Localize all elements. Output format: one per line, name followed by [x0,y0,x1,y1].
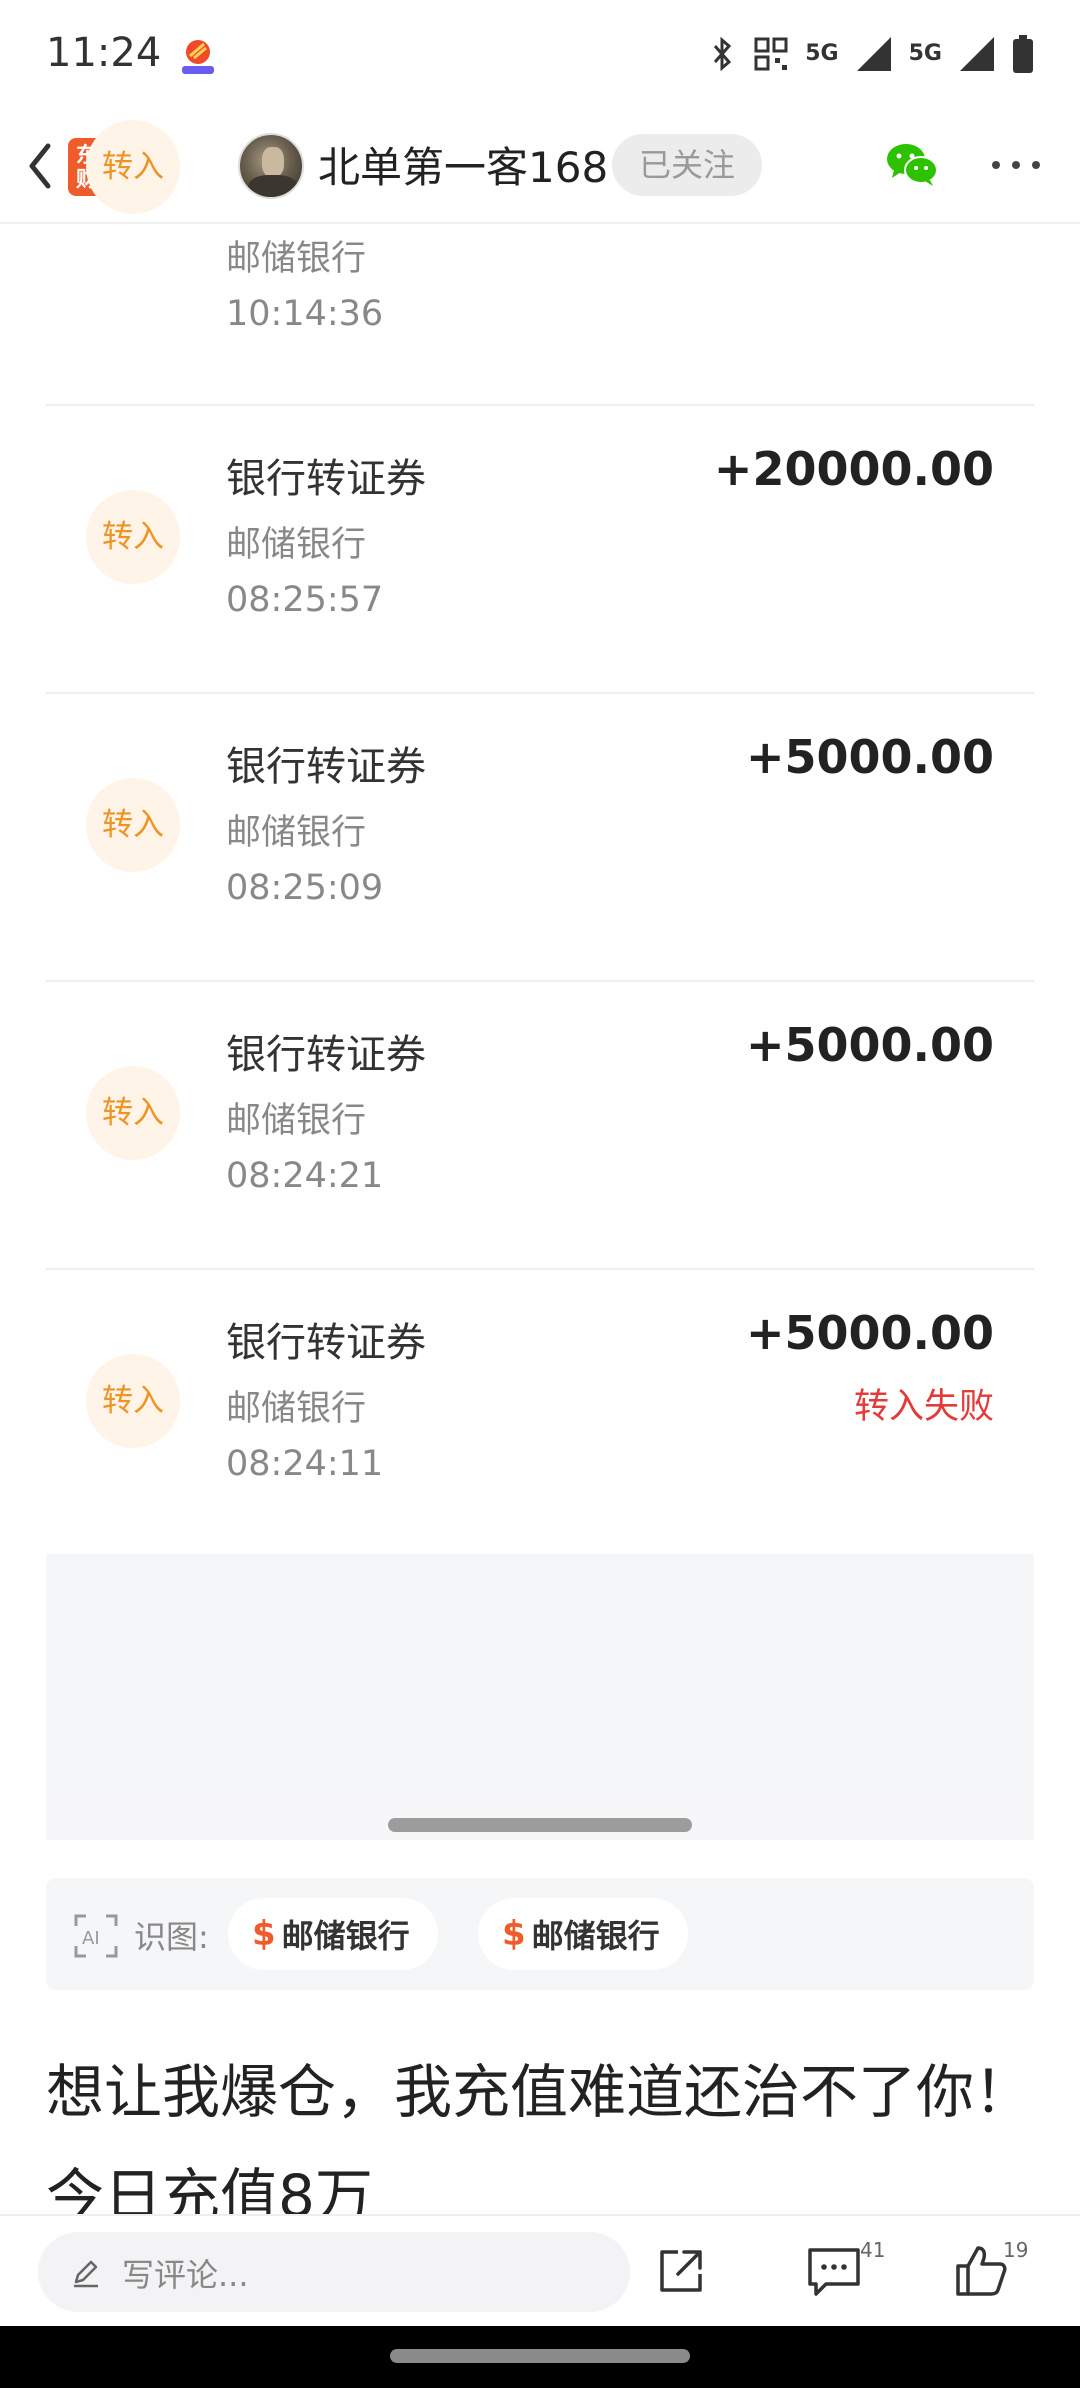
comment-input[interactable]: 写评论... [38,2232,630,2312]
transaction-amount: +20000.00 [713,442,994,496]
horizontal-scrollbar[interactable] [388,1818,692,1832]
signal-icon-2 [960,37,994,71]
transaction-bank: 邮储银行 [226,1101,367,1141]
status-bar: 11:24 5G 5G [0,0,1080,110]
signal-icon [856,37,891,71]
transaction-bank: 邮储银行 [226,239,367,279]
ai-recognition-label: 识图: [134,1918,209,1956]
transfer-in-badge: 转入 [86,1354,180,1448]
transaction-amount: +5000.00 [745,1018,994,1072]
chip-label: 邮储银行 [281,1917,410,1955]
transaction-bank: 邮储银行 [226,1389,367,1429]
transaction-item: 转入 银行转证券 +5000.00 邮储银行 08:25:09 [46,694,1034,982]
bluetooth-icon [714,36,732,72]
transaction-bank: 邮储银行 [226,525,367,565]
comment-placeholder: 写评论... [122,2256,249,2294]
comment-count: 41 [860,2238,886,2262]
dollar-icon: $ [502,1914,526,1954]
pencil-icon [74,2260,98,2288]
share-icon[interactable] [656,2246,706,2296]
svg-text:AI: AI [82,1928,100,1949]
transaction-time: 08:25:57 [226,580,384,620]
transaction-amount: +5000.00 [745,730,994,784]
transaction-time: 08:24:21 [226,1156,384,1196]
transfer-in-badge: 转入 [86,490,180,584]
image-bottom-panel [46,1554,1034,1840]
recognized-tag-chip[interactable]: $ 邮储银行 [478,1898,688,1970]
app-notification-icon [182,40,214,74]
battery-icon [1013,35,1033,73]
status-time: 11:24 [46,30,162,76]
transaction-item: 转入 银行转证券 +5000.00 邮储银行 08:24:21 [46,982,1034,1270]
transaction-title: 银行转证券 [226,744,426,790]
transaction-time: 10:14:36 [226,294,384,334]
dollar-icon: $ [252,1914,276,1954]
transaction-time: 08:24:11 [226,1444,384,1484]
ai-scan-icon: AI [74,1914,118,1958]
network-type-2: 5G [908,41,942,66]
transaction-time: 08:25:09 [226,868,384,908]
ai-recognition-bar: AI 识图: $ 邮储银行 $ 邮储银行 [46,1878,1034,1990]
transaction-title: 银行转证券 [226,1032,426,1078]
transaction-item: 转入 银行转证券 +20000.00 邮储银行 08:25:57 [46,406,1034,694]
system-navigation-bar [0,2326,1080,2388]
network-type-1: 5G [805,41,839,66]
thumbs-up-icon[interactable] [954,2244,1008,2298]
status-icons: 5G 5G [707,32,1034,76]
transaction-item: 转入 银行转证券 +5000.00 转入失败 邮储银行 08:24:11 [46,1270,1034,1558]
nfc-icon [754,37,788,71]
transaction-title: 银行转证券 [226,1320,426,1366]
transaction-item: 转入 邮储银行 10:14:36 [46,118,1034,406]
comment-icon[interactable] [806,2246,862,2298]
home-gesture-handle[interactable] [390,2349,690,2363]
like-count: 19 [1003,2238,1029,2262]
bottom-action-bar: 写评论... 41 19 [0,2214,1080,2326]
recognized-tag-chip[interactable]: $ 邮储银行 [228,1898,438,1970]
transfer-in-badge: 转入 [86,120,180,214]
transaction-amount: +5000.00 [745,1306,994,1360]
transaction-title: 银行转证券 [226,456,426,502]
chip-label: 邮储银行 [531,1917,660,1955]
transaction-status-failed: 转入失败 [853,1387,994,1427]
transfer-in-badge: 转入 [86,1066,180,1160]
transfer-in-badge: 转入 [86,778,180,872]
transaction-bank: 邮储银行 [226,813,367,853]
